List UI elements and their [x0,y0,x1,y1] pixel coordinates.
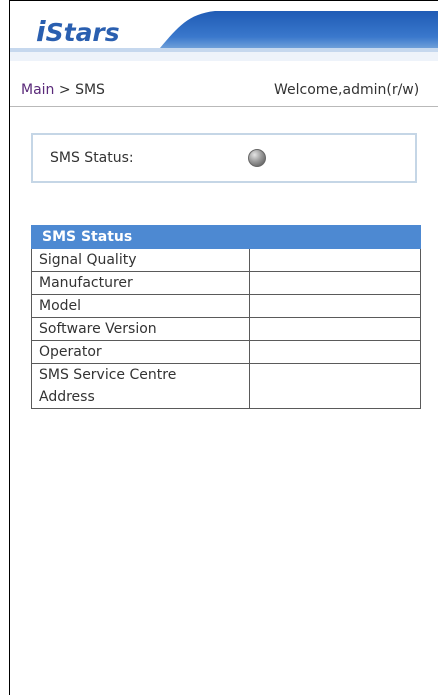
breadcrumb-main-link[interactable]: Main [21,82,54,98]
header: iStars [10,1,438,61]
row-value [249,271,421,295]
row-value [249,248,421,272]
row-value [249,340,421,364]
row-key: Manufacturer [31,271,250,295]
status-led-icon [248,149,266,167]
breadcrumb-bar: Main > SMS Welcome,admin(r/w) [10,73,438,107]
istars-logo: iStars [36,15,120,48]
breadcrumb-separator: > [54,82,76,98]
row-key: Signal Quality [31,248,250,272]
row-key: Model [31,294,250,318]
row-key: Operator [31,340,250,364]
table-row: Operator [31,340,421,364]
breadcrumb: Main > SMS [21,82,105,98]
sms-status-box: SMS Status: [31,133,417,183]
row-value [249,317,421,341]
sms-status-label: SMS Status: [50,150,134,166]
sms-status-table: SMS Status Signal Quality Manufacturer M… [31,225,421,409]
welcome-text: Welcome,admin(r/w) [274,82,420,98]
row-key: SMS Service Centre Address [31,363,250,409]
table-row: Software Version [31,317,421,341]
row-value [249,294,421,318]
table-row: SMS Service Centre Address [31,363,421,409]
table-row: Model [31,294,421,318]
row-key: Software Version [31,317,250,341]
table-row: Signal Quality [31,248,421,272]
table-row: Manufacturer [31,271,421,295]
row-value [249,363,421,409]
table-header: SMS Status [31,225,421,249]
app-frame: iStars Main > SMS Welcome,admin(r/w) SMS… [9,0,438,695]
breadcrumb-current: SMS [75,82,105,98]
